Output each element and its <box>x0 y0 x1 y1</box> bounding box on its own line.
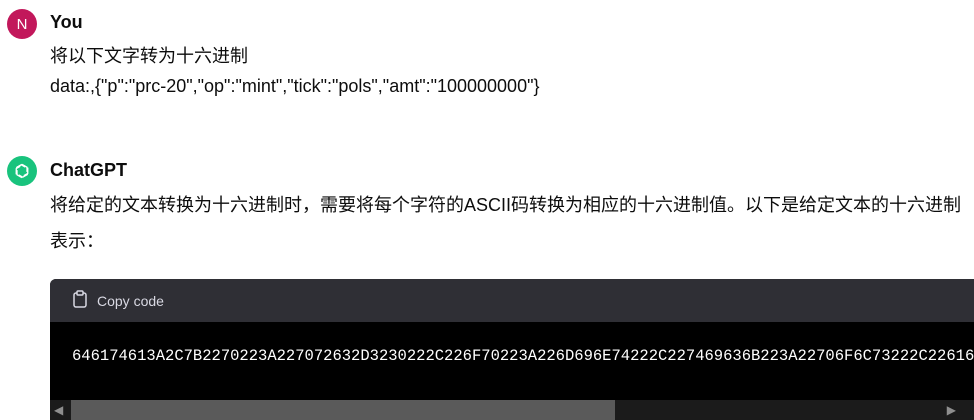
openai-logo-icon <box>7 156 37 186</box>
user-avatar-letter: N <box>16 15 28 33</box>
code-block-header: Copy code <box>50 279 974 322</box>
copy-code-button[interactable]: Copy code <box>72 290 164 311</box>
user-message-line: data:,{"p":"prc-20","op":"mint","tick":"… <box>50 76 540 96</box>
assistant-message-text: 将给定的文本转换为十六进制时，需要将每个字符的ASCII码转换为相应的十六进制值… <box>50 195 962 251</box>
copy-code-label: Copy code <box>97 292 164 309</box>
code-block: Copy code 646174613A2C7B2270223A22707263… <box>50 279 974 420</box>
user-message-line: 将以下文字转为十六进制 <box>50 46 248 66</box>
scrollbar-thumb[interactable] <box>71 400 615 420</box>
chat-page: N You 将以下文字转为十六进制 data:,{"p":"prc-20","op… <box>0 0 974 420</box>
user-avatar: N <box>7 9 37 39</box>
clipboard-icon <box>72 290 88 311</box>
assistant-author-name: ChatGPT <box>50 160 128 180</box>
scroll-right-arrow-icon[interactable]: ▶ <box>947 402 956 418</box>
user-author-name: You <box>50 12 83 32</box>
horizontal-scrollbar[interactable]: ◀ ▶ <box>50 400 974 420</box>
user-message-text: 将以下文字转为十六进制 data:,{"p":"prc-20","op":"min… <box>50 41 539 101</box>
code-content: 646174613A2C7B2270223A227072632D3230222C… <box>72 347 974 365</box>
scroll-left-arrow-icon[interactable]: ◀ <box>54 402 63 418</box>
